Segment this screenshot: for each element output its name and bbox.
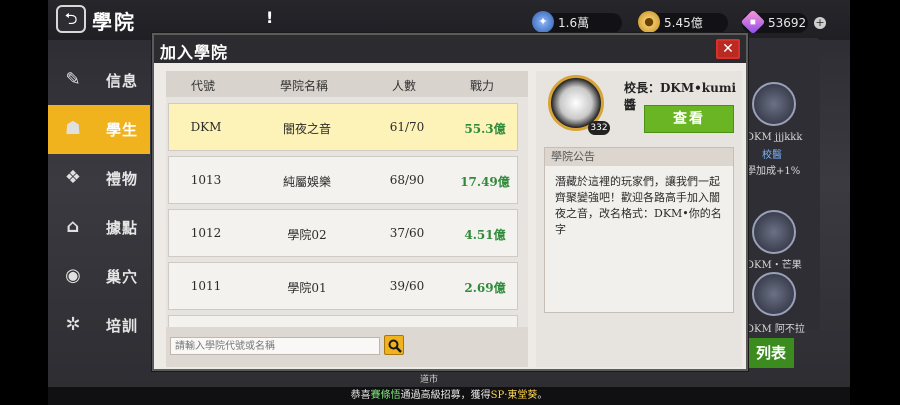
cell-power: 55.3億 [464,122,506,136]
currency-blue-value: 1.6萬 [558,16,590,30]
ticker-middle: 通過高級招募，獲得 [400,390,491,401]
principal-level: 332 [588,121,610,135]
ticker-reward: SP·東堂葵 [490,390,538,401]
coin-blue-icon: ✦ [532,11,554,33]
currency-gem-value: 53692 [768,16,807,30]
list-button[interactable]: 列表 [748,338,794,368]
sidebar-item-lair[interactable]: ◉ 巢穴 [48,252,150,301]
cell-power: 17.49億 [460,175,510,189]
cell-name: 純屬娛樂 [282,175,331,189]
currency-gold-value: 5.45億 [664,16,703,30]
location-pin-icon: ◉ [65,265,81,286]
announcement-ticker: 恭喜賽條悟通過高級招募，獲得SP·東堂葵。 [48,387,850,405]
academy-detail: 332 校長：DKM•kumi醬 查看 學院公告 潛藏於這裡的玩家們，讓我們一起… [536,71,742,367]
cell-power: 2.69億 [464,281,506,295]
cell-code: DKM [190,120,222,134]
info-icon: ✎ [65,69,81,90]
back-arrow-icon: ⮌ [64,9,78,28]
principal-avatar[interactable]: 332 [540,75,612,139]
sidebar-item-base[interactable]: ⌂ 據點 [48,203,150,252]
cell-count: 37/60 [389,226,425,240]
sidebar-item-label: 巢穴 [106,268,139,286]
add-gem-button[interactable]: + [814,17,826,29]
announcement-box: 學院公告 潛藏於這裡的玩家們，讓我們一起齊聚變強吧！歡迎各路高手加入闇夜之音，改… [544,147,734,313]
join-academy-dialog: 加入學院 ✕ 代號 學院名稱 人數 戰力 DKM 闇夜之音 61/70 55.3… [152,33,748,371]
ticker-player: 賽條悟 [370,390,401,401]
table-row[interactable]: 1013 純屬娛樂 68/90 17.49億 [168,156,518,204]
sidebar-item-info[interactable]: ✎ 信息 [48,56,150,105]
cell-name: 闇夜之音 [282,122,331,136]
sidebar-item-label: 據點 [106,219,139,237]
sidebar-item-gifts[interactable]: ❖ 禮物 [48,154,150,203]
back-button[interactable]: ⮌ [56,5,86,33]
search-icon [388,339,402,353]
cell-code: 1011 [190,279,222,293]
sidebar-item-students[interactable]: ☗ 學生 [48,105,150,154]
page-title: 學院 [92,10,136,34]
column-header-count: 人數 [391,79,416,93]
sidebar: ✎ 信息 ☗ 學生 ❖ 禮物 ⌂ 據點 ◉ 巢穴 ✲ 培訓 [48,56,150,350]
table-body: DKM 闇夜之音 61/70 55.3億 1013 純屬娛樂 68/90 17.… [166,99,528,357]
student-icon: ☗ [64,118,82,139]
currency-gem: ◆ 53692 [740,9,808,35]
member-avatar[interactable] [752,210,796,254]
announcement-body: 潛藏於這裡的玩家們，讓我們一起齊聚變強吧！歡迎各路高手加入闇夜之音，改名格式：D… [555,175,722,236]
left-letterbox [0,0,48,405]
member-avatar[interactable] [752,82,796,126]
academy-list: 代號 學院名稱 人數 戰力 DKM 闇夜之音 61/70 55.3億 1013 … [166,71,528,367]
cell-power: 4.51億 [464,228,506,242]
sidebar-item-training[interactable]: ✲ 培訓 [48,301,150,350]
table-header: 代號 學院名稱 人數 戰力 [166,71,528,97]
cell-count: 61/70 [389,120,425,134]
member-note: 學加成+1% [746,166,801,177]
training-icon: ✲ [65,314,81,335]
cell-count: 68/90 [389,173,425,187]
currency-gold: ● 5.45億 [638,11,728,33]
right-letterbox [850,0,900,405]
cell-name: 學院02 [287,228,327,242]
column-header-code: 代號 [190,79,215,93]
cell-name: 學院01 [287,281,327,295]
ticker-suffix: 。 [537,390,548,401]
gift-icon: ❖ [64,167,82,188]
member-name: DKM・芒果 [746,260,802,271]
table-row[interactable]: DKM 闇夜之音 61/70 55.3億 [168,103,518,151]
column-header-name: 學院名稱 [279,79,328,93]
member-name: DKM jjjkkk [746,132,803,143]
sidebar-item-label: 禮物 [106,170,139,188]
cell-code: 1012 [190,226,222,240]
member-role: 校醫 [762,150,782,161]
scene-label: 道市 [420,375,439,385]
announcement-title: 學院公告 [545,148,733,166]
cell-count: 39/60 [389,279,425,293]
alert-icon[interactable]: ! [266,8,273,27]
search-button[interactable] [384,335,404,355]
member-panel: DKM jjjkkk 校醫 學加成+1% DKM・芒果 DKM 阿不拉 [740,38,820,335]
sidebar-item-label: 信息 [106,72,139,90]
table-row[interactable]: 1011 學院01 39/60 2.69億 [168,262,518,310]
view-button[interactable]: 查看 [644,105,734,133]
dialog-header: 加入學院 ✕ [154,35,746,63]
table-row[interactable]: 1012 學院02 37/60 4.51億 [168,209,518,257]
home-icon: ⌂ [66,216,80,237]
search-bar [166,327,528,367]
close-icon: ✕ [722,41,734,57]
member-avatar[interactable] [752,272,796,316]
member-name: DKM 阿不拉 [746,324,805,335]
coin-gold-icon: ● [638,11,660,33]
sidebar-item-label: 學生 [106,121,139,139]
column-header-power: 戰力 [469,79,494,93]
close-button[interactable]: ✕ [716,39,740,59]
search-input[interactable] [170,337,380,355]
sidebar-item-label: 培訓 [106,317,139,335]
ticker-prefix: 恭喜 [350,390,371,401]
dialog-title: 加入學院 [160,43,229,62]
cell-code: 1013 [190,173,222,187]
currency-blue: ✦ 1.6萬 [532,11,622,33]
